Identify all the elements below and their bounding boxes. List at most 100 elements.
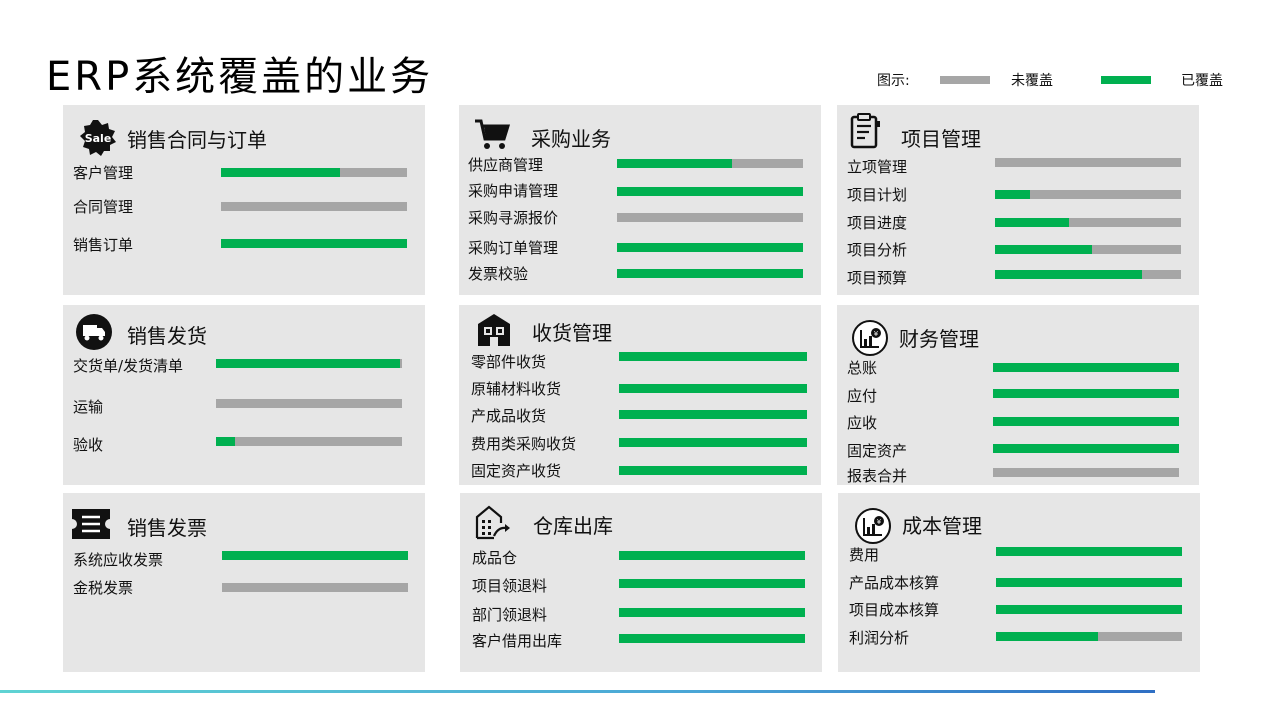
coverage-bar xyxy=(617,159,803,168)
legend-covered-label: 已覆盖 xyxy=(1181,73,1223,89)
row-label: 费用 xyxy=(849,546,880,564)
coverage-bar-fill xyxy=(996,632,1099,641)
row-label: 项目进度 xyxy=(847,214,908,232)
row-label: 原辅材料收货 xyxy=(471,380,562,398)
coverage-bar-fill xyxy=(995,245,1092,254)
coverage-bar-fill xyxy=(619,608,805,617)
page-title: ERP系统覆盖的业务 xyxy=(46,54,434,100)
card-finance: ¥ 财务管理 总账 应付 应收 固定资产 报表合并 xyxy=(837,305,1199,485)
row-label: 项目预算 xyxy=(847,269,908,287)
row-label: 总账 xyxy=(847,359,878,377)
coverage-bar xyxy=(221,239,407,248)
card-cost: ¥ 成本管理 费用 产品成本核算 项目成本核算 利润分析 xyxy=(838,493,1200,672)
coverage-bar-fill xyxy=(995,218,1070,227)
coverage-bar xyxy=(996,578,1182,587)
document-list-icon xyxy=(847,113,885,151)
coverage-bar-fill xyxy=(993,389,1179,398)
coverage-bar xyxy=(993,468,1179,477)
row-label: 验收 xyxy=(73,436,104,454)
card-warehouse-out: 仓库出库 成品仓 项目领退料 部门领退料 客户借用出库 xyxy=(460,493,822,672)
shopping-cart-icon xyxy=(473,115,511,153)
card-title: 财务管理 xyxy=(899,327,979,351)
coverage-bar xyxy=(619,410,807,419)
footer-divider xyxy=(0,690,1155,693)
card-project: 项目管理 立项管理 项目计划 项目进度 项目分析 项目预算 xyxy=(837,105,1199,295)
coverage-bar-fill xyxy=(996,605,1182,614)
coverage-bar xyxy=(216,437,402,446)
coverage-bar-fill xyxy=(222,551,408,560)
row-label: 成品仓 xyxy=(472,549,518,567)
row-label: 报表合并 xyxy=(847,467,908,485)
legend-uncovered-label: 未覆盖 xyxy=(1011,73,1053,89)
card-title: 项目管理 xyxy=(901,127,981,151)
card-title: 销售发货 xyxy=(127,324,207,348)
coverage-bar-fill xyxy=(619,551,805,560)
coverage-bar xyxy=(993,363,1179,372)
building-arrow-icon xyxy=(474,503,512,541)
coverage-bar-fill xyxy=(993,417,1179,426)
legend-uncovered-swatch xyxy=(940,76,990,84)
coverage-bar-fill xyxy=(216,359,401,368)
finance-chart-icon: ¥ xyxy=(851,319,889,357)
coverage-bar xyxy=(993,417,1179,426)
coverage-bar xyxy=(221,168,407,177)
legend-label: 图示: xyxy=(877,73,910,89)
row-label: 合同管理 xyxy=(73,198,134,216)
coverage-bar xyxy=(222,551,408,560)
coverage-bar-fill xyxy=(216,437,235,446)
row-label: 产品成本核算 xyxy=(849,574,940,592)
coverage-bar xyxy=(617,213,803,222)
coverage-bar-fill xyxy=(619,438,807,447)
row-label: 采购申请管理 xyxy=(468,182,559,200)
coverage-bar xyxy=(221,202,407,211)
row-label: 利润分析 xyxy=(849,629,910,647)
row-label: 部门领退料 xyxy=(472,606,548,624)
coverage-bar-fill xyxy=(619,352,807,361)
sale-badge-icon: Sale xyxy=(79,119,117,157)
row-label: 零部件收货 xyxy=(471,353,547,371)
card-sales-contract: Sale 销售合同与订单 客户管理 合同管理 销售订单 xyxy=(63,105,425,295)
coverage-bar-fill xyxy=(619,410,807,419)
svg-text:¥: ¥ xyxy=(874,330,879,338)
coverage-bar xyxy=(995,190,1181,199)
row-label: 项目成本核算 xyxy=(849,601,940,619)
row-label: 立项管理 xyxy=(847,158,908,176)
legend-covered-swatch xyxy=(1101,76,1151,84)
coverage-bar-fill xyxy=(221,168,341,177)
card-purchasing: 采购业务 供应商管理 采购申请管理 采购寻源报价 采购订单管理 发票校验 xyxy=(459,105,821,295)
coverage-bar-fill xyxy=(996,547,1182,556)
coverage-bar xyxy=(995,245,1181,254)
row-label: 产成品收货 xyxy=(471,407,547,425)
coverage-bar-fill xyxy=(996,578,1182,587)
svg-text:Sale: Sale xyxy=(85,132,112,145)
row-label: 采购寻源报价 xyxy=(468,209,559,227)
coverage-bar xyxy=(995,158,1181,167)
coverage-bar xyxy=(619,438,807,447)
row-label: 固定资产 xyxy=(847,442,908,460)
coverage-bar xyxy=(617,187,803,196)
coverage-bar xyxy=(216,359,402,368)
coverage-bar xyxy=(617,243,803,252)
coverage-bar xyxy=(995,218,1181,227)
coverage-bar xyxy=(995,270,1181,279)
row-label: 客户借用出库 xyxy=(472,632,563,650)
coverage-bar xyxy=(619,384,807,393)
card-title: 成本管理 xyxy=(902,514,982,538)
card-title: 销售合同与订单 xyxy=(127,128,267,152)
row-label: 交货单/发货清单 xyxy=(73,357,184,375)
coverage-bar-fill xyxy=(993,363,1179,372)
coverage-bar xyxy=(993,444,1179,453)
coverage-bar-fill xyxy=(619,384,807,393)
coverage-bar-fill xyxy=(617,159,733,168)
card-title: 收货管理 xyxy=(532,321,612,345)
coverage-bar xyxy=(222,583,408,592)
coverage-bar-fill xyxy=(619,466,807,475)
coverage-bar-fill xyxy=(221,239,407,248)
coverage-bar-fill xyxy=(995,190,1031,199)
row-label: 供应商管理 xyxy=(468,156,544,174)
ticket-icon xyxy=(71,505,110,543)
row-label: 项目领退料 xyxy=(472,577,548,595)
coverage-bar xyxy=(216,399,402,408)
row-label: 固定资产收货 xyxy=(471,462,562,480)
row-label: 项目计划 xyxy=(847,186,908,204)
